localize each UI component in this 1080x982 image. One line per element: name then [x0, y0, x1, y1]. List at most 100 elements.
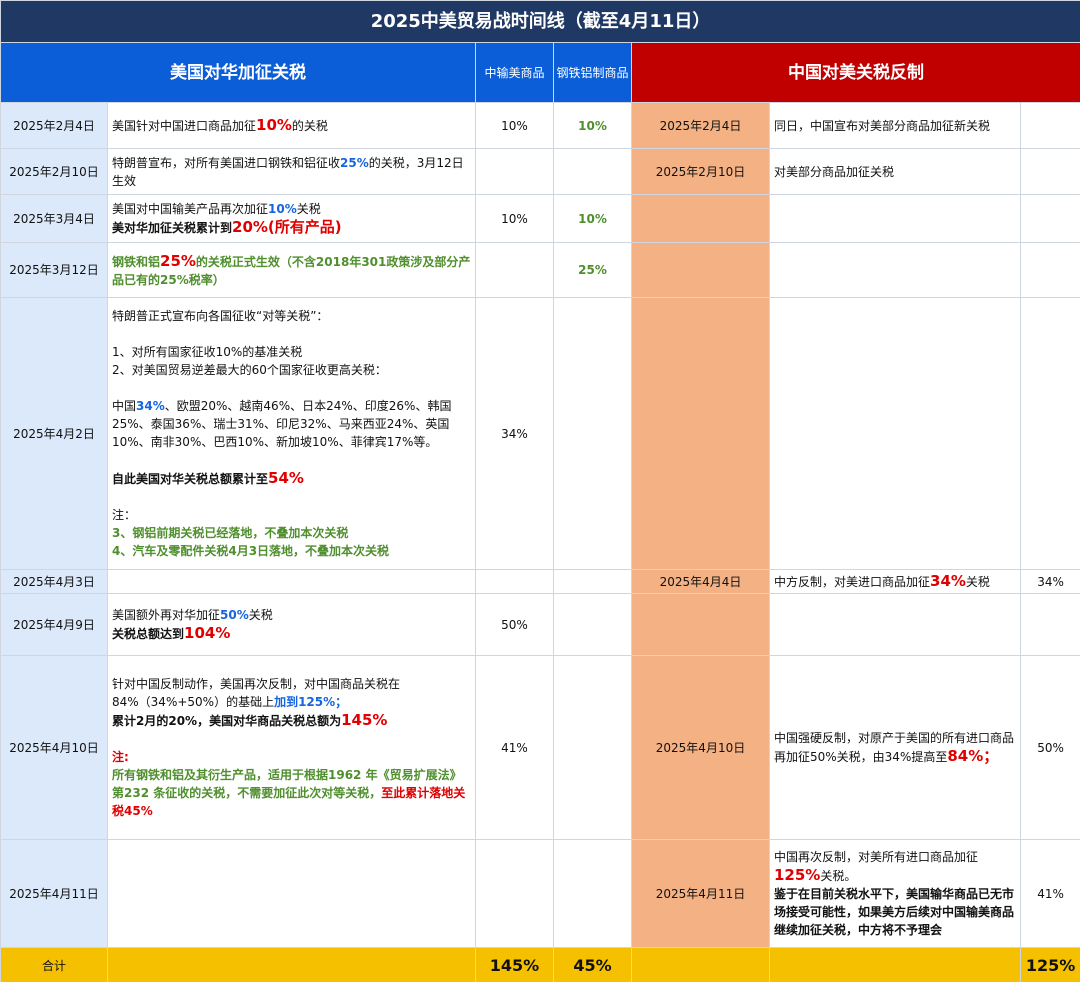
us-desc-text: 美国针对中国进口商品加征 [112, 119, 257, 133]
us-desc-text: 25% [340, 155, 369, 170]
us-desc-text: 美国对中国输美产品再次加征 [112, 202, 269, 216]
cn-rate-cell: 41% [1019, 839, 1080, 948]
cn-description-cell: 同日，中国宣布对美部分商品加征新关税 [769, 102, 1021, 149]
cn-rate-cell [1019, 297, 1080, 570]
us-date-cell: 2025年4月9日 [0, 593, 108, 656]
us-desc-text: 10% [268, 202, 297, 216]
us-description-cell [107, 839, 476, 948]
cn-rate-cell: 50% [1019, 655, 1080, 840]
us-desc-line: 针对中国反制动作，美国再次反制，对中国商品关税在84%（34%+50%）的基础上… [112, 675, 471, 711]
us-date-cell: 2025年3月4日 [0, 194, 108, 243]
total-us-goods: 145% [475, 947, 554, 982]
cn-date-cell: 2025年4月11日 [631, 839, 770, 948]
table-row: 2025年2月4日 美国针对中国进口商品加征10%的关税 10% 10% 2025年2月… [0, 102, 1080, 149]
cn-date-cell [631, 297, 770, 570]
cn-desc-line: 125%关税。 [774, 866, 1016, 885]
us-steel-rate-cell: 10% [553, 194, 632, 243]
us-desc-text: 34% [136, 399, 165, 413]
us-description-cell [107, 569, 476, 594]
us-desc-line [112, 730, 471, 748]
us-date-cell: 2025年2月10日 [0, 148, 108, 195]
us-desc-line: 特朗普正式宣布向各国征收“对等关税”： [112, 307, 471, 325]
us-date-cell: 2025年4月3日 [0, 569, 108, 594]
us-desc-line: 中国34%、欧盟20%、越南46%、日本24%、印度26%、韩国25%、泰国36… [112, 397, 471, 451]
cn-desc-line: 中方反制，对美进口商品加征34%关税 [774, 572, 1016, 591]
cn-date-cell: 2025年2月10日 [631, 148, 770, 195]
us-desc-line: 美国针对中国进口商品加征10%的关税 [112, 116, 471, 135]
total-row: 合计 145% 45% 125% [0, 947, 1080, 982]
us-description-cell: 美国对中国输美产品再次加征10%关税 美对华加征关税累计到20%(所有产品) [107, 194, 476, 243]
cn-desc-text: 125% [774, 866, 821, 884]
table-row: 2025年4月9日 美国额外再对华加征50%关税 关税总额达到104% 50% [0, 593, 1080, 656]
cn-description-cell: 中国再次反制，对美所有进口商品加征 125%关税。 鉴于在目前关税水平下，美国输华商… [769, 839, 1021, 948]
cn-countermeasure-header: 中国对美关税反制 [630, 42, 1080, 103]
cn-desc-text: 84%； [947, 747, 999, 765]
us-steel-rate-cell [553, 569, 632, 594]
us-desc-line: 自此美国对华关税总额累计至54% [112, 469, 471, 488]
us-goods-rate-cell [475, 839, 554, 948]
cn-rate-cell [1019, 242, 1080, 298]
us-date-cell: 2025年2月4日 [0, 102, 108, 149]
cn-desc-text: 34% [930, 572, 966, 590]
us-desc-line: 2、对美国贸易逆差最大的60个国家征收更高关税： [112, 361, 471, 379]
us-goods-rate-cell: 34% [475, 297, 554, 570]
cn-rate-cell [1019, 194, 1080, 243]
us-desc-line [112, 379, 471, 397]
us-goods-rate-cell [475, 569, 554, 594]
us-steel-rate-cell: 25% [553, 242, 632, 298]
us-description-cell: 钢铁和铝25%的关税正式生效（不含2018年301政策涉及部分产品已有的25%税… [107, 242, 476, 298]
us-description-cell: 美国针对中国进口商品加征10%的关税 [107, 102, 476, 149]
us-desc-text: 中国 [112, 399, 137, 413]
cn-description-cell: 中方反制，对美进口商品加征34%关税 [769, 569, 1021, 594]
us-desc-text: 特朗普正式宣布向各国征收“对等关税”： [112, 309, 329, 323]
us-desc-text: 加到125%； [274, 695, 348, 709]
table-row: 2025年4月10日 针对中国反制动作，美国再次反制，对中国商品关税在84%（34… [0, 655, 1080, 840]
us-goods-rate-cell [475, 242, 554, 298]
cn-desc-line: 中国再次反制，对美所有进口商品加征 [774, 848, 1016, 866]
us-desc-text: 10% [256, 116, 292, 134]
cn-desc-line: 同日，中国宣布对美部分商品加征新关税 [774, 117, 1016, 135]
us-desc-text: 关税总额达到 [112, 627, 185, 641]
cn-date-cell [631, 194, 770, 243]
us-desc-text: 特朗普宣布，对所有美国进口钢铁和铝征收 [112, 155, 341, 170]
us-desc-line: 美国对中国输美产品再次加征10%关税 [112, 200, 471, 218]
us-steel-column-header: 钢铁铝制商品 [553, 42, 632, 103]
cn-date-cell: 2025年4月10日 [631, 655, 770, 840]
us-desc-text: 1、对所有国家征收10%的基准关税 [112, 345, 303, 359]
us-desc-line [112, 488, 471, 506]
cn-rate-cell [1019, 593, 1080, 656]
us-goods-column-header: 中输美商品 [475, 42, 554, 103]
us-desc-line: 关税总额达到104% [112, 624, 471, 643]
us-date-cell: 2025年4月10日 [0, 655, 108, 840]
page-title: 2025中美贸易战时间线（截至4月11日） [0, 0, 1080, 43]
cn-description-cell: 对美部分商品加征关税 [769, 148, 1021, 195]
us-steel-rate-cell [553, 593, 632, 656]
us-goods-rate-cell: 10% [475, 102, 554, 149]
us-desc-line: 特朗普宣布，对所有美国进口钢铁和铝征收25%的关税，3月12日生效 [112, 154, 471, 190]
cn-description-cell [769, 297, 1021, 570]
us-steel-rate-cell: 10% [553, 102, 632, 149]
us-desc-line: 4、汽车及零配件关税4月3日落地，不叠加本次关税 [112, 542, 471, 560]
total-spacer [631, 947, 770, 982]
table-row: 2025年4月11日 2025年4月11日 中国再次反制，对美所有进口商品加征 125… [0, 839, 1080, 948]
total-us-steel: 45% [553, 947, 632, 982]
us-desc-line: 3、钢铝前期关税已经落地，不叠加本次关税 [112, 524, 471, 542]
cn-description-cell [769, 194, 1021, 243]
cn-desc-line: 中国强硬反制，对原产于美国的所有进口商品再加征50%关税，由34%提高至84%； [774, 729, 1016, 766]
cn-desc-text: 中方反制，对美进口商品加征 [774, 575, 931, 589]
us-desc-text: 注: [112, 750, 129, 764]
us-goods-rate-cell [475, 148, 554, 195]
cn-desc-text: 同日，中国宣布对美部分商品加征新关税 [774, 118, 991, 133]
total-label: 合计 [0, 947, 108, 982]
us-desc-text: 54% [268, 469, 304, 487]
us-steel-rate-cell [553, 148, 632, 195]
us-desc-text: 钢铁和铝 [112, 254, 161, 269]
us-desc-line: 注: [112, 748, 471, 766]
cn-description-cell: 中国强硬反制，对原产于美国的所有进口商品再加征50%关税，由34%提高至84%； [769, 655, 1021, 840]
cn-desc-text: 对美部分商品加征关税 [774, 164, 895, 179]
table-row: 2025年4月2日 特朗普正式宣布向各国征收“对等关税”： 1、对所有国家征收10%… [0, 297, 1080, 570]
table-row: 2025年4月3日 2025年4月4日 中方反制，对美进口商品加征34%关税 34% [0, 569, 1080, 594]
table-row: 2025年3月12日 钢铁和铝25%的关税正式生效（不含2018年301政策涉及部… [0, 242, 1080, 298]
us-goods-rate-cell: 50% [475, 593, 554, 656]
us-desc-text: 20%(所有产品) [232, 218, 342, 236]
